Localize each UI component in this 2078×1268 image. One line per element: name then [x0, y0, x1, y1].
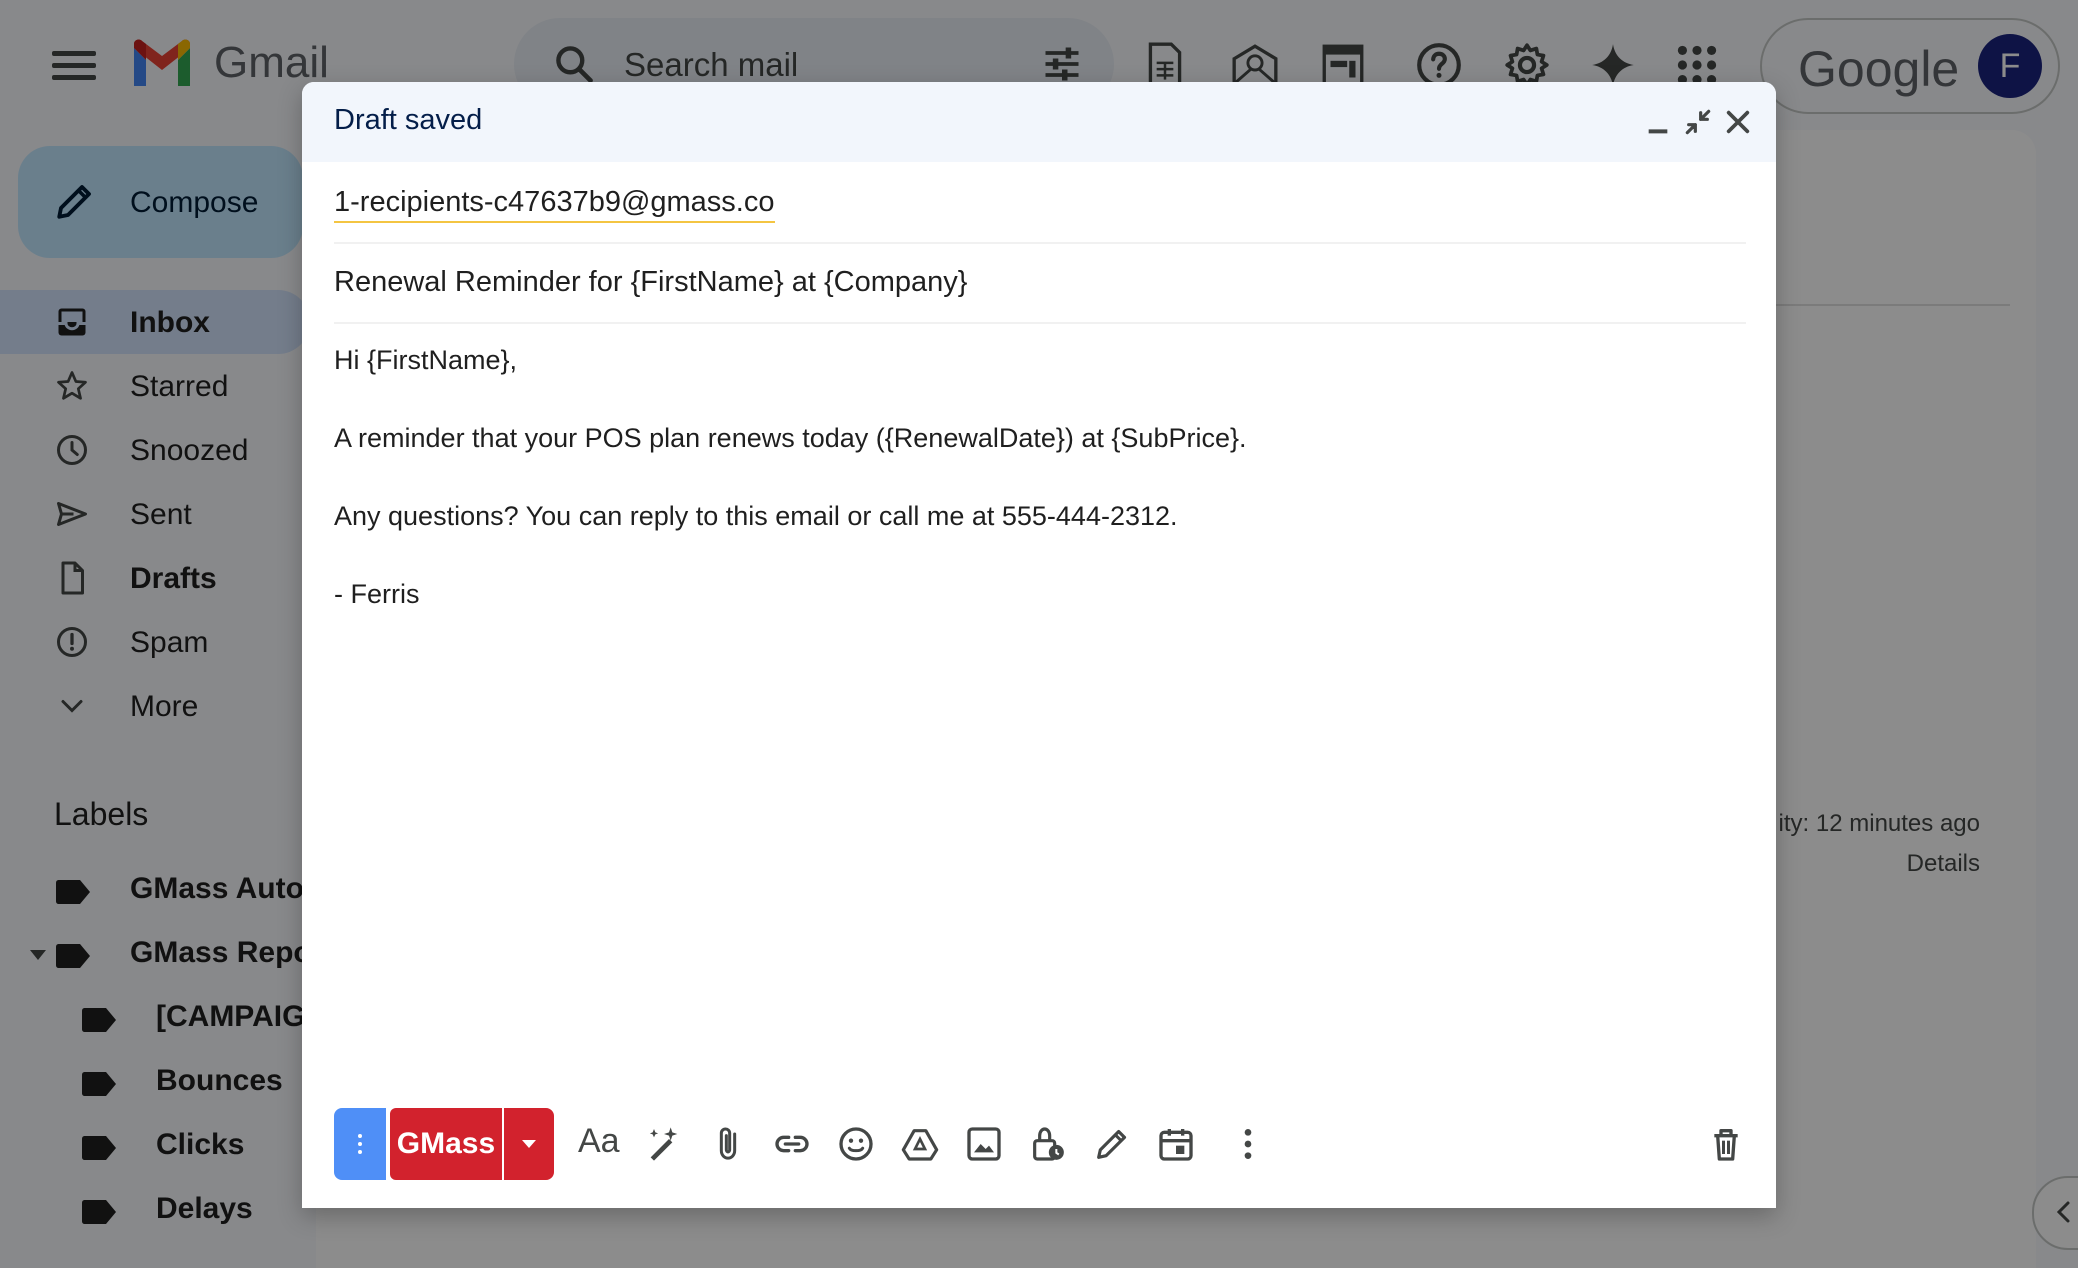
insert-photo-icon[interactable]	[964, 1124, 1004, 1164]
message-body[interactable]: Hi {FirstName}, A reminder that your POS…	[334, 342, 1746, 654]
attach-file-icon[interactable]	[708, 1124, 748, 1164]
schedule-send-icon[interactable]	[1156, 1124, 1196, 1164]
close-icon[interactable]	[1722, 106, 1754, 138]
vertical-dots-icon	[358, 1134, 362, 1154]
google-drive-icon[interactable]	[900, 1124, 940, 1164]
formatting-options-button[interactable]: Aa	[578, 1122, 620, 1161]
confidential-mode-icon[interactable]	[1028, 1124, 1068, 1164]
subject-field[interactable]: Renewal Reminder for {FirstName} at {Com…	[334, 266, 967, 299]
minimize-icon[interactable]	[1642, 106, 1674, 138]
gmass-send-button[interactable]: GMass	[390, 1108, 502, 1180]
compose-toolbar: GMass Aa	[334, 1108, 1746, 1180]
exit-fullscreen-icon[interactable]	[1682, 106, 1714, 138]
compose-title: Draft saved	[334, 104, 483, 136]
recipients-row[interactable]: 1-recipients-c47637b9@gmass.co	[334, 162, 1746, 244]
body-line-signature: - Ferris	[334, 579, 420, 609]
more-options-icon[interactable]	[1228, 1124, 1268, 1164]
magic-write-icon[interactable]	[644, 1124, 684, 1164]
signature-pen-icon[interactable]	[1092, 1124, 1132, 1164]
body-line-greeting: Hi {FirstName},	[334, 345, 518, 375]
insert-link-icon[interactable]	[772, 1124, 812, 1164]
subject-row[interactable]: Renewal Reminder for {FirstName} at {Com…	[334, 242, 1746, 324]
body-line-questions: Any questions? You can reply to this ema…	[334, 501, 1178, 531]
caret-down-icon	[522, 1140, 536, 1148]
emoji-icon[interactable]	[836, 1124, 876, 1164]
compose-dialog: Draft saved 1-recipients-c47637b9@gmass.…	[302, 82, 1776, 1208]
discard-draft-trash-icon[interactable]	[1706, 1124, 1746, 1164]
recipient-chip[interactable]: 1-recipients-c47637b9@gmass.co	[334, 186, 775, 223]
body-line-reminder: A reminder that your POS plan renews tod…	[334, 423, 1247, 453]
compose-header[interactable]: Draft saved	[302, 82, 1776, 162]
gmass-options-button[interactable]	[334, 1108, 386, 1180]
gmass-dropdown-button[interactable]	[504, 1108, 554, 1180]
